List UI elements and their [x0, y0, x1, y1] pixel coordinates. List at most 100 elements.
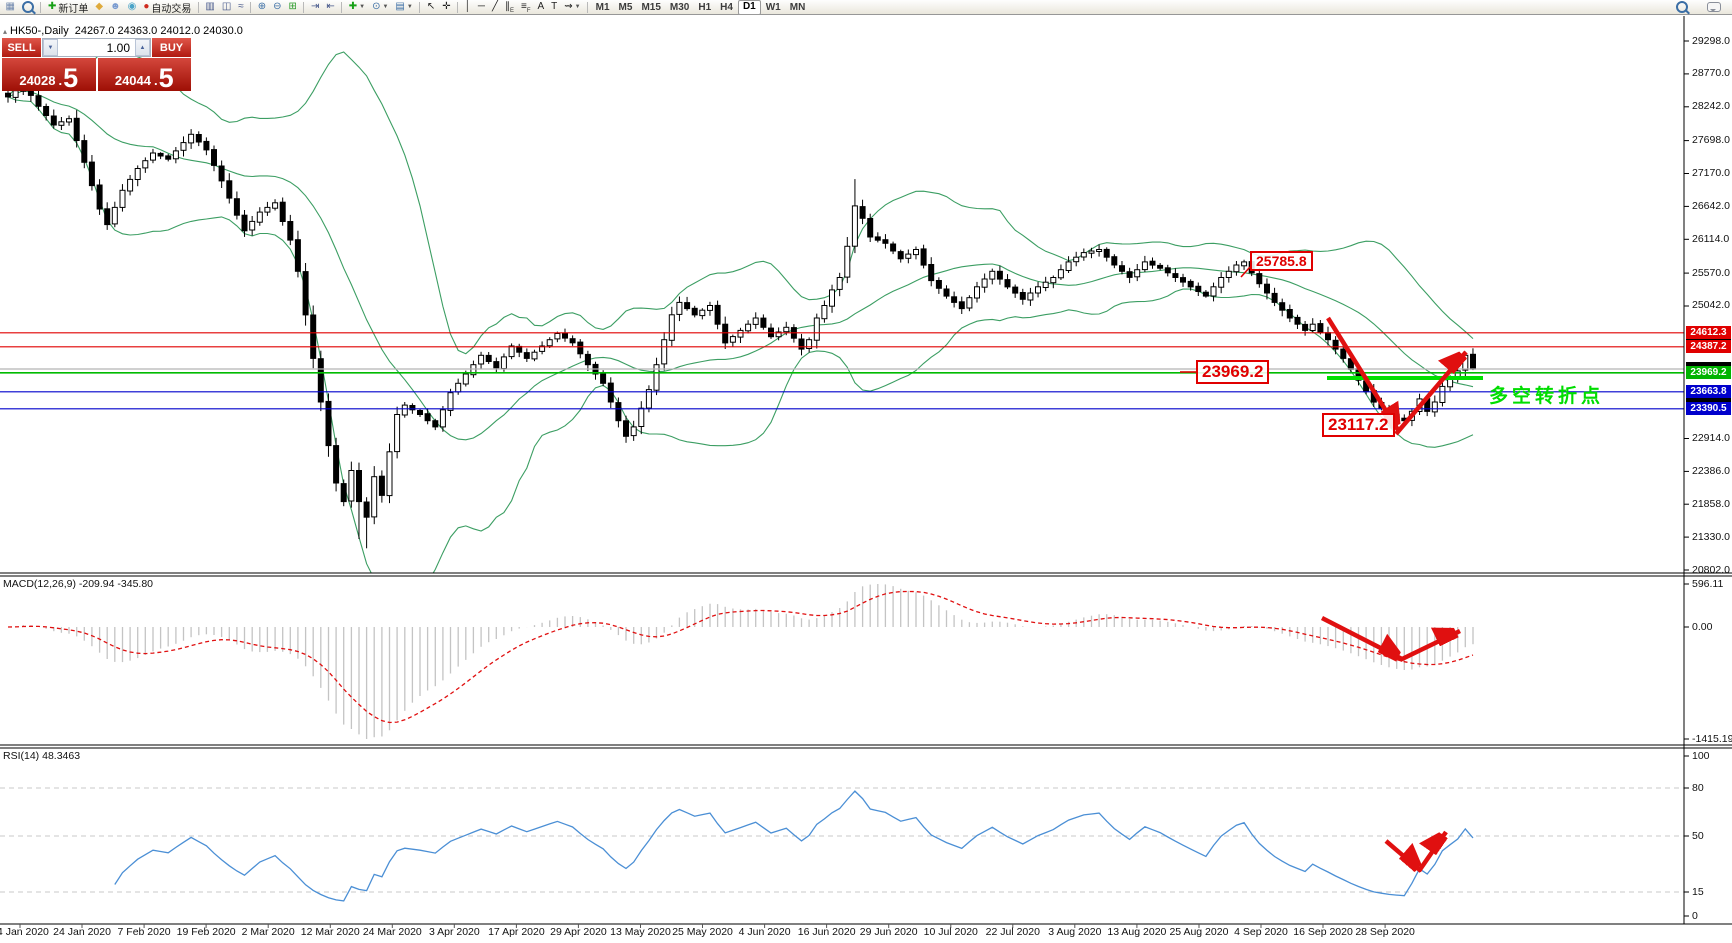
sell-price[interactable]: 24028.5	[2, 58, 96, 91]
timeframe-m5-button[interactable]: M5	[615, 1, 637, 14]
buy-price[interactable]: 24044.5	[98, 58, 192, 91]
mt4-trading-app: { "header": {"symbol": "HK50-,Daily", "o…	[0, 0, 1732, 938]
volume-input[interactable]	[58, 39, 135, 56]
date-axis-label: 3 Aug 2020	[1048, 926, 1101, 938]
rsi-label: RSI(14) 48.3463	[3, 750, 80, 762]
zoom-out-button[interactable]: ⊖	[270, 1, 284, 14]
dropdown-caret-icon: ▼	[382, 4, 388, 10]
add-indicator-icon: ✚	[349, 1, 357, 13]
buy-price-dot: .	[154, 74, 158, 87]
signals-button[interactable]: ◉	[125, 1, 140, 14]
macd-scale-label: 0.00	[1692, 621, 1712, 633]
bar-chart-button[interactable]: ▥	[202, 1, 217, 14]
templates-icon: ▤	[395, 1, 404, 13]
timeframe-m15-button[interactable]: M15	[637, 1, 664, 14]
profiles-icon: ☻	[110, 1, 121, 13]
history-center-button[interactable]: ◆	[92, 1, 106, 14]
timeframe-mn-button[interactable]: MN	[786, 1, 810, 14]
timeframe-h1-button[interactable]: H1	[694, 1, 715, 14]
auto-scroll-icon: ⇥	[311, 1, 319, 13]
sell-button[interactable]: SELL	[2, 38, 41, 57]
add-indicator-button[interactable]: ✚▼	[346, 1, 368, 14]
price-axis-label: 20802.0	[1692, 564, 1730, 576]
swing-high-price-label: 25785.8	[1250, 251, 1313, 271]
sell-price-main: 24028	[19, 74, 55, 87]
search-icon	[1676, 1, 1688, 13]
toolbar-separator	[341, 2, 342, 13]
price-axis-label: 26642.0	[1692, 200, 1730, 212]
timeframe-w1-button[interactable]: W1	[762, 1, 785, 14]
zoom-in-button[interactable]: ⊕	[255, 1, 269, 14]
cursor-button[interactable]: ↖	[424, 1, 438, 14]
price-axis-label: 22386.0	[1692, 465, 1730, 477]
new-chart-button[interactable]: ▦	[3, 1, 18, 14]
price-axis-label: 22914.0	[1692, 432, 1730, 444]
one-click-collapse-icon[interactable]: ▴	[3, 27, 7, 36]
ohlc-values: 24267.0 24363.0 24012.0 24030.0	[75, 25, 243, 37]
autotrading-label: 自动交易	[151, 0, 191, 15]
profiles-button[interactable]: ☻	[107, 1, 124, 14]
volume-decrease-button[interactable]: ▼	[43, 39, 58, 56]
dropdown-caret-icon: ▼	[407, 4, 413, 10]
chart-canvas[interactable]	[0, 0, 1732, 943]
line-chart-icon: ≈	[238, 1, 244, 13]
toolbar-separator	[419, 2, 420, 13]
toolbar-separator	[198, 2, 199, 13]
buy-price-main: 24044	[115, 74, 151, 87]
arrows-button[interactable]: ⇝▼	[561, 1, 583, 14]
macd-scale-label: -1415.19	[1692, 733, 1732, 745]
price-axis-label: 25042.0	[1692, 299, 1730, 311]
candlestick-chart-button[interactable]: ◫	[219, 1, 234, 14]
chart-title: ▴HK50-,Daily24267.0 24363.0 24012.0 2403…	[3, 25, 243, 37]
price-tag: 23663.8	[1686, 385, 1731, 398]
chat-button[interactable]	[1704, 1, 1724, 14]
rsi-scale-label: 0	[1692, 910, 1698, 922]
fibonacci-button[interactable]: ≡F	[518, 1, 534, 14]
price-axis-label: 28242.0	[1692, 100, 1730, 112]
date-axis-label: 16 Sep 2020	[1293, 926, 1353, 938]
volume-increase-button[interactable]: ▲	[135, 39, 150, 56]
bar-chart-icon: ▥	[205, 1, 214, 13]
date-axis-label: 4 Jun 2020	[739, 926, 791, 938]
dropdown-caret-icon: ▼	[359, 4, 365, 10]
cursor-icon: ↖	[427, 1, 435, 13]
toolbar-separator	[250, 2, 251, 13]
autotrading-button[interactable]: ●自动交易	[140, 1, 194, 14]
text-label-button[interactable]: T	[548, 1, 560, 14]
date-axis-label: 12 Mar 2020	[301, 926, 360, 938]
toolbar-separator	[457, 2, 458, 13]
new-order-button[interactable]: ✚新订单	[45, 1, 91, 14]
horizontal-line-button[interactable]: ─	[475, 1, 488, 14]
rsi-value: 48.3463	[42, 750, 80, 762]
date-axis-label: 25 May 2020	[672, 926, 733, 938]
price-axis-label: 21330.0	[1692, 531, 1730, 543]
chart-shift-button[interactable]: ⇤	[323, 1, 337, 14]
templates-button[interactable]: ▤▼	[392, 1, 415, 14]
market-watch-button[interactable]	[19, 1, 37, 14]
candlestick-chart-icon: ◫	[222, 1, 231, 13]
timeframe-h4-button[interactable]: H4	[716, 1, 737, 14]
auto-scroll-button[interactable]: ⇥	[308, 1, 322, 14]
text-button[interactable]: A	[535, 1, 548, 14]
buy-button[interactable]: BUY	[152, 38, 191, 57]
pivot-annotation-text: 多空转折点	[1489, 381, 1604, 408]
timeframe-m30-button[interactable]: M30	[666, 1, 693, 14]
price-tag: 24612.3	[1686, 326, 1731, 339]
equidistant-channel-button[interactable]: ∥E	[502, 1, 517, 14]
crosshair-button[interactable]: ✛	[439, 1, 453, 14]
tile-windows-button[interactable]: ⊞	[286, 1, 300, 14]
periods-button[interactable]: ⊙▼	[369, 1, 391, 14]
line-chart-button[interactable]: ≈	[235, 1, 247, 14]
date-axis-label: 24 Mar 2020	[363, 926, 422, 938]
timeframe-m1-button[interactable]: M1	[592, 1, 614, 14]
autotrading-icon: ●	[143, 1, 149, 13]
macd-label: MACD(12,26,9) -209.94 -345.80	[3, 578, 153, 590]
macd-scale-label: 596.11	[1692, 578, 1723, 590]
timeframe-d1-button[interactable]: D1	[738, 0, 761, 15]
rsi-scale-label: 100	[1692, 750, 1710, 762]
trendline-button[interactable]: ╱	[489, 1, 501, 14]
date-axis-label: 28 Sep 2020	[1355, 926, 1415, 938]
vertical-line-button[interactable]: │	[462, 1, 474, 14]
new-order-label: 新订单	[58, 0, 88, 15]
search-button[interactable]	[1673, 1, 1691, 14]
